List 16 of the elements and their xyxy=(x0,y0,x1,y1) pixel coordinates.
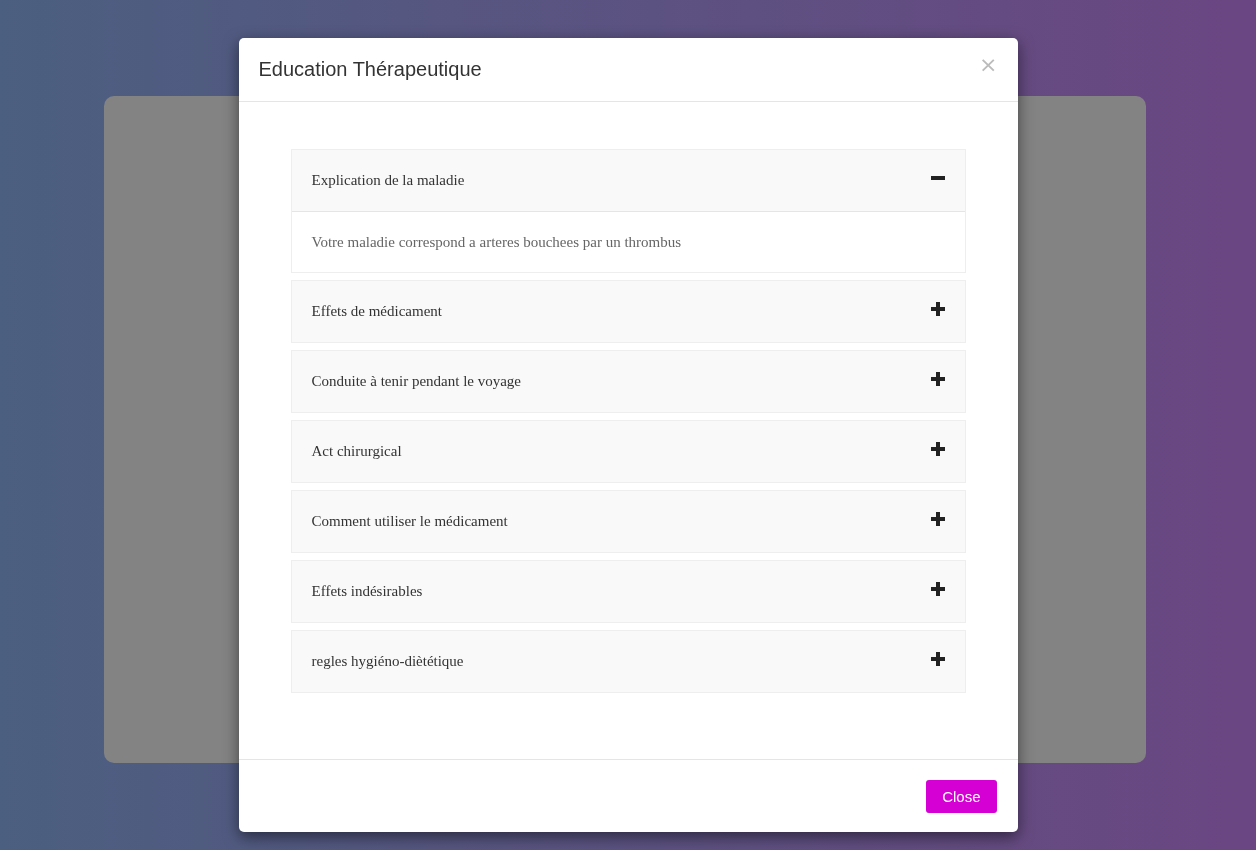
accordion-header[interactable]: Explication de la maladie xyxy=(291,150,965,211)
accordion-header[interactable]: Effets de médicament xyxy=(291,281,965,342)
plus-icon xyxy=(930,651,945,666)
accordion-header[interactable]: Effets indésirables xyxy=(291,561,965,622)
accordion-header[interactable]: regles hygiéno-diètétique xyxy=(291,631,965,692)
plus-icon xyxy=(930,441,945,456)
close-button[interactable]: Close xyxy=(926,779,997,813)
accordion-header[interactable]: Act chirurgical xyxy=(291,421,965,482)
plus-icon xyxy=(930,301,945,316)
section-content: Votre maladie correspond a arteres bouchees par un thrombus xyxy=(311,233,682,251)
plus-icon xyxy=(930,371,945,386)
modal-title: Education Thérapeutique xyxy=(258,58,482,81)
plus-icon xyxy=(930,511,945,526)
accordion-header[interactable]: Comment utiliser le médicament xyxy=(291,491,965,552)
accordion-header[interactable]: Conduite à tenir pendant le voyage xyxy=(291,351,965,412)
plus-icon xyxy=(930,581,945,596)
